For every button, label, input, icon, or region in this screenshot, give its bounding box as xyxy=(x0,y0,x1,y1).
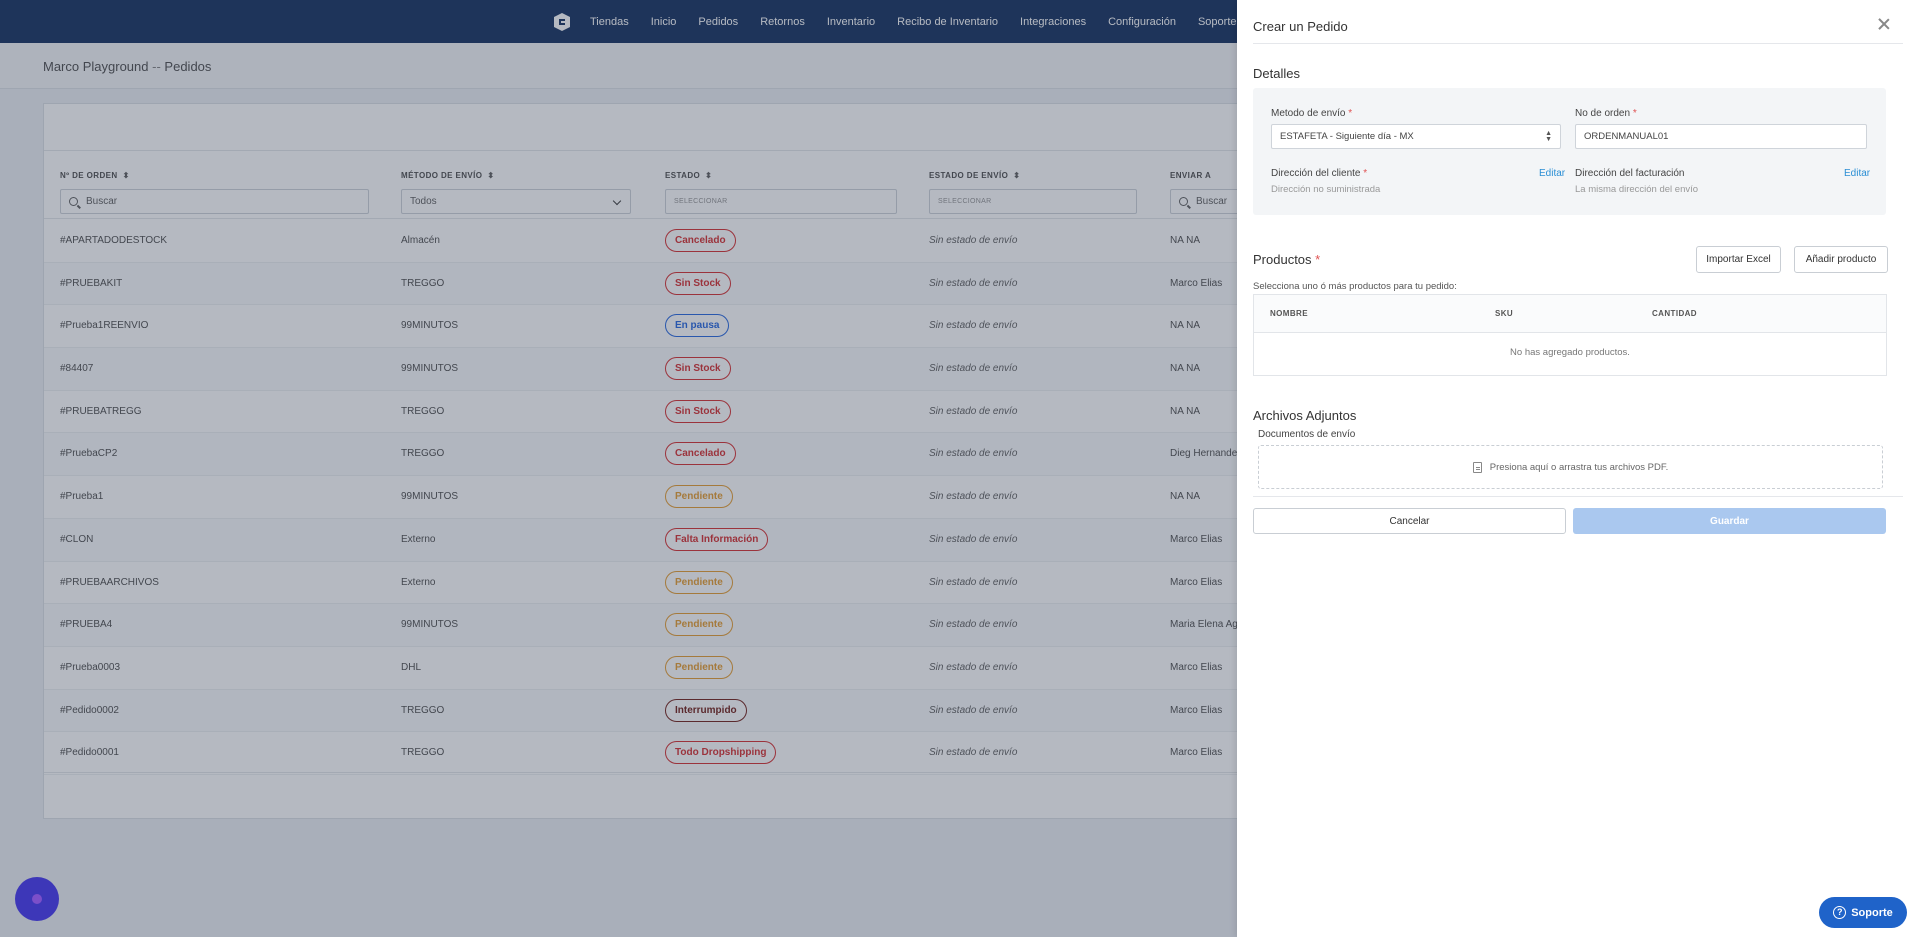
shipping-method-value: ESTAFETA - Siguiente día - MX xyxy=(1280,131,1414,142)
divider xyxy=(1253,43,1903,44)
details-section: Metodo de envío * ESTAFETA - Siguiente d… xyxy=(1253,88,1886,215)
divider xyxy=(1253,496,1903,497)
close-icon[interactable] xyxy=(1877,17,1891,31)
order-no-input[interactable]: ORDENMANUAL01 xyxy=(1575,124,1867,149)
add-product-button[interactable]: Añadir producto xyxy=(1794,246,1888,273)
shipping-method-label: Metodo de envío * xyxy=(1271,108,1352,119)
file-icon xyxy=(1472,461,1482,473)
order-no-value: ORDENMANUAL01 xyxy=(1584,131,1669,142)
select-arrows-icon: ▲ ▼ xyxy=(1545,130,1552,143)
edit-client-address-link[interactable]: Editar xyxy=(1539,168,1565,179)
empty-products-message: No has agregado productos. xyxy=(1510,347,1630,358)
products-table-header: NOMBRE SKU CANTIDAD xyxy=(1254,295,1886,333)
col-qty: CANTIDAD xyxy=(1652,309,1697,318)
details-title: Detalles xyxy=(1253,66,1300,81)
support-label: Soporte xyxy=(1851,906,1893,919)
import-excel-button[interactable]: Importar Excel xyxy=(1696,246,1781,273)
edit-billing-address-link[interactable]: Editar xyxy=(1844,168,1870,179)
shipping-method-select[interactable]: ESTAFETA - Siguiente día - MX ▲ ▼ xyxy=(1271,124,1561,149)
create-order-panel: Crear un Pedido Detalles Metodo de envío… xyxy=(1237,0,1920,937)
products-title-text: Productos xyxy=(1253,252,1312,267)
order-no-label-text: No de orden xyxy=(1575,108,1631,119)
col-name: NOMBRE xyxy=(1270,309,1308,318)
dropzone-text: Presiona aquí o arrastra tus archivos PD… xyxy=(1489,461,1669,473)
billing-address-value: La misma dirección del envío xyxy=(1575,184,1699,195)
products-hint: Selecciona uno ó más productos para tu p… xyxy=(1253,281,1457,292)
client-address-label: Dirección del cliente * xyxy=(1271,168,1367,179)
chat-launcher-button[interactable] xyxy=(15,877,59,921)
required-mark: * xyxy=(1315,252,1321,267)
shipping-method-label-text: Metodo de envío xyxy=(1271,108,1346,119)
order-no-label: No de orden * xyxy=(1575,108,1637,119)
chat-icon xyxy=(32,894,42,904)
pdf-dropzone[interactable]: Presiona aquí o arrastra tus archivos PD… xyxy=(1258,445,1883,489)
required-mark: * xyxy=(1632,108,1637,119)
client-address-value: Dirección no suministrada xyxy=(1271,184,1381,195)
col-sku: SKU xyxy=(1495,309,1514,318)
save-button[interactable]: Guardar xyxy=(1573,508,1886,534)
client-address-label-text: Dirección del cliente xyxy=(1271,168,1361,179)
attachments-title: Archivos Adjuntos xyxy=(1253,408,1357,423)
support-button[interactable]: ? Soporte xyxy=(1819,897,1907,928)
help-icon: ? xyxy=(1833,906,1847,919)
products-title: Productos * xyxy=(1253,252,1320,267)
panel-title: Crear un Pedido xyxy=(1253,19,1348,34)
products-table: NOMBRE SKU CANTIDAD No has agregado prod… xyxy=(1253,294,1887,376)
required-mark: * xyxy=(1363,168,1368,179)
billing-address-label: Dirección del facturación xyxy=(1575,168,1685,179)
cancel-button[interactable]: Cancelar xyxy=(1253,508,1566,534)
shipping-docs-label: Documentos de envío xyxy=(1258,429,1356,440)
required-mark: * xyxy=(1348,108,1353,119)
